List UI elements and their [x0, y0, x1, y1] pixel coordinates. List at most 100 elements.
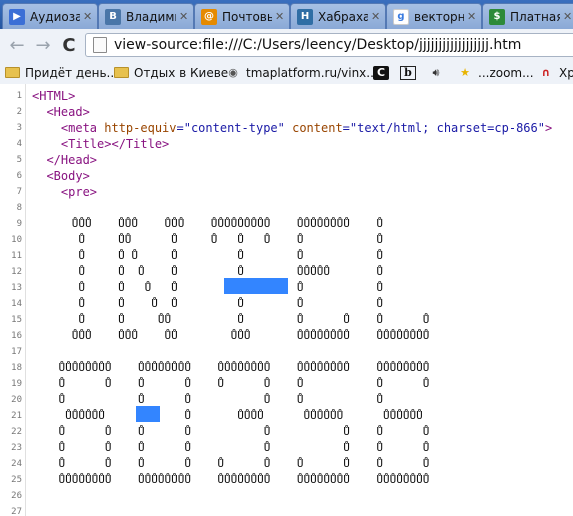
speaker-icon: 🔊︎	[432, 65, 440, 79]
close-icon[interactable]: ✕	[371, 10, 381, 23]
forward-button[interactable]: →	[32, 34, 54, 56]
line-number: 11	[11, 251, 22, 261]
close-icon[interactable]: ✕	[83, 10, 93, 23]
close-icon[interactable]: ✕	[179, 10, 189, 23]
ascii-art-line: Ů ŮŮ Ů Ů Ů Ů Ů Ů	[32, 233, 383, 246]
tab-title: Владими	[126, 9, 176, 24]
bookmark-label: Отдых в Киеве	[134, 65, 229, 80]
code-text: <meta http-equiv="content-type" content=…	[32, 121, 552, 135]
forward-arrow-icon: →	[35, 34, 51, 56]
source-line: 22 Ů Ů Ů Ů Ů Ů Ů Ů	[0, 424, 573, 440]
source-line: 26	[0, 488, 573, 504]
vk-icon: B	[105, 8, 121, 25]
tab-2[interactable]: @ Почтовь ✕	[194, 3, 290, 29]
tab-title: векторн	[414, 9, 464, 24]
line-number: 16	[11, 331, 22, 341]
code-text: <HTML>	[32, 89, 76, 103]
bookmark-folder[interactable]: Придёт день...	[4, 63, 118, 82]
source-line: 7 <pre>	[0, 184, 573, 200]
code-text: <Body>	[32, 169, 90, 183]
line-number: 13	[11, 283, 22, 293]
source-view[interactable]: 1 <HTML> 2 <Head> 3 <meta http-equiv="conte…	[0, 84, 573, 516]
source-line: 15 Ů Ů ŮŮ Ů Ů Ů Ů Ů	[0, 312, 573, 328]
bookmark-folder[interactable]: Отдых в Киеве	[113, 63, 228, 82]
attribute-name: http-equiv	[104, 121, 177, 135]
source-line: 19 Ů Ů Ů Ů Ů Ů Ů Ů Ů	[0, 376, 573, 392]
back-button[interactable]: ←	[6, 34, 28, 56]
attribute-name: content	[284, 121, 343, 135]
source-line: 10 Ů ŮŮ Ů Ů Ů Ů Ů Ů	[0, 232, 573, 248]
url-text[interactable]: view-source:file:///C:/Users/leency/Desk…	[114, 37, 521, 53]
line-number: 26	[11, 491, 22, 501]
ascii-art-line: Ů Ů Ů Ů Ů Ů Ů	[32, 281, 383, 294]
line-number: 24	[11, 459, 22, 469]
bookmark-link[interactable]: 🔊︎	[428, 63, 449, 82]
reload-button[interactable]: C	[58, 34, 80, 56]
globe-icon: ◉	[228, 66, 238, 79]
folder-icon	[4, 66, 20, 80]
bookmark-link[interactable]: b	[400, 63, 421, 82]
line-number: 22	[11, 427, 22, 437]
source-line: 2 <Head>	[0, 104, 573, 120]
close-icon[interactable]: ✕	[275, 10, 285, 23]
source-line: 18 ŮŮŮŮŮŮŮŮ ŮŮŮŮŮŮŮŮ ŮŮŮŮŮŮŮŮ ŮŮŮŮŮŮŮŮ Ů…	[0, 360, 573, 376]
source-line: 3 <meta http-equiv="content-type" conten…	[0, 120, 573, 136]
bookmark-link[interactable]: ∩ Хр	[538, 63, 573, 82]
terminal-icon: $	[489, 8, 505, 25]
ascii-art-line: Ů Ů Ů Ů Ů Ů Ů Ů Ů Ů	[32, 457, 430, 470]
line-number: 8	[16, 203, 22, 213]
tab-0[interactable]: ▶ Аудиоза ✕	[2, 3, 98, 29]
ascii-art-line: ŮŮŮŮŮŮ Ů Ů ŮŮŮŮ ŮŮŮŮŮŮ ŮŮŮŮŮŮ	[32, 409, 423, 422]
tab-title: Хабраха	[318, 9, 368, 24]
line-number: 19	[11, 379, 22, 389]
tag-text: <meta	[32, 121, 105, 135]
source-line: 25 ŮŮŮŮŮŮŮŮ ŮŮŮŮŮŮŮŮ ŮŮŮŮŮŮŮŮ ŮŮŮŮŮŮŮŮ Ů…	[0, 472, 573, 488]
line-number: 15	[11, 315, 22, 325]
bookmark-link[interactable]: C	[373, 63, 394, 82]
line-number: 17	[11, 347, 22, 357]
source-line: 1 <HTML>	[0, 88, 573, 104]
bookmark-label: Хр	[559, 65, 573, 80]
attribute-value: ="content-type"	[176, 121, 285, 135]
source-line: 27	[0, 504, 573, 516]
ascii-art-line: Ů Ů Ů Ů Ů Ů Ů Ů	[32, 441, 430, 454]
ascii-art-line: Ů Ů Ů Ů Ů Ů Ů Ů Ů	[32, 377, 430, 390]
close-icon[interactable]: ✕	[467, 10, 477, 23]
ascii-art-line: ŮŮŮ ŮŮŮ ŮŮ ŮŮŮ ŮŮŮŮŮŮŮŮ ŮŮŮŮŮŮŮŮ	[32, 329, 430, 342]
code-text: </Head>	[32, 153, 98, 167]
bookmark-link[interactable]: ★ ...zoom...	[457, 63, 534, 82]
line-number: 5	[16, 155, 22, 165]
address-bar[interactable]: view-source:file:///C:/Users/leency/Desk…	[85, 33, 573, 57]
mail-icon: @	[201, 8, 217, 25]
tab-5[interactable]: $ Платная ✕	[482, 3, 573, 29]
c-logo-icon: C	[373, 65, 389, 80]
back-arrow-icon: ←	[9, 34, 25, 56]
tag-text: >	[544, 121, 553, 135]
source-line: 5 </Head>	[0, 152, 573, 168]
line-number: 18	[11, 363, 22, 373]
tab-1[interactable]: B Владими ✕	[98, 3, 194, 29]
reload-icon: C	[62, 34, 76, 56]
source-line: 9 ŮŮŮ ŮŮŮ ŮŮŮ ŮŮŮŮŮŮŮŮŮ ŮŮŮŮŮŮŮŮ Ů	[0, 216, 573, 232]
source-line: 21 ŮŮŮŮŮŮ Ů Ů ŮŮŮŮ ŮŮŮŮŮŮ ŮŮŮŮŮŮ	[0, 408, 573, 424]
close-icon[interactable]: ✕	[563, 10, 573, 23]
tab-3[interactable]: H Хабраха ✕	[290, 3, 386, 29]
source-line: 4 <Title></Title>	[0, 136, 573, 152]
bookmark-label: Придёт день...	[25, 65, 118, 80]
bookmark-link[interactable]: ◉ tmaplatform.ru/vinx...	[225, 63, 378, 82]
line-number: 6	[16, 171, 22, 181]
line-number: 20	[11, 395, 22, 405]
line-number: 1	[16, 91, 22, 101]
ascii-art-line: Ů Ů Ů Ů Ů Ů Ů	[32, 297, 383, 310]
tab-4[interactable]: g векторн ✕	[386, 3, 482, 29]
line-number: 12	[11, 267, 22, 277]
source-line: 16 ŮŮŮ ŮŮŮ ŮŮ ŮŮŮ ŮŮŮŮŮŮŮŮ ŮŮŮŮŮŮŮŮ	[0, 328, 573, 344]
line-number: 4	[16, 139, 22, 149]
line-number: 27	[11, 507, 22, 516]
selection-highlight	[224, 278, 288, 294]
code-text: <Title></Title>	[32, 137, 170, 151]
ascii-art-line: Ů Ů Ů Ů Ů Ů	[32, 393, 383, 406]
source-line: 23 Ů Ů Ů Ů Ů Ů Ů Ů	[0, 440, 573, 456]
ascii-art-line: Ů Ů ŮŮ Ů Ů Ů Ů Ů	[32, 313, 430, 326]
line-number: 3	[16, 123, 22, 133]
